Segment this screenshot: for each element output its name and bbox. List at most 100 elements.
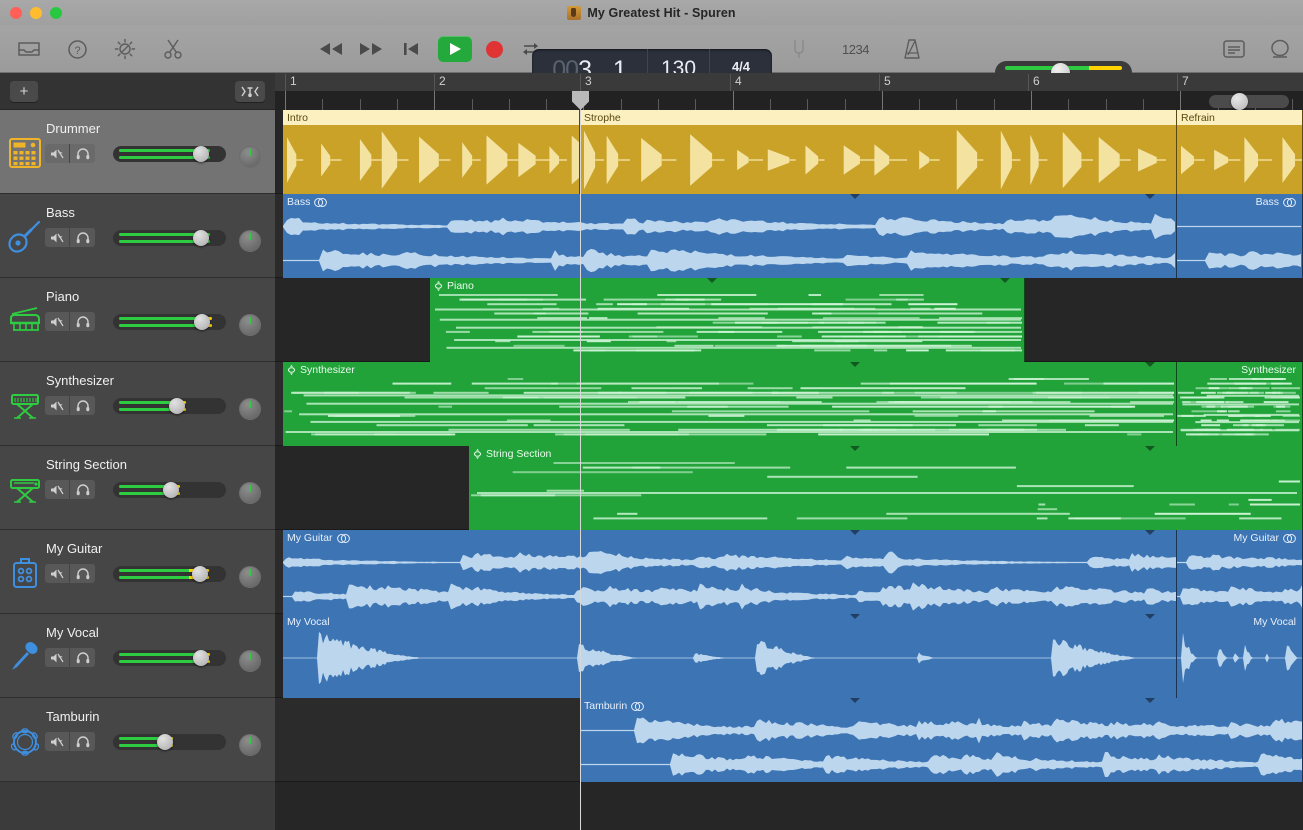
solo-button[interactable] xyxy=(70,144,95,163)
track-buttons xyxy=(45,732,95,751)
drummer-waveform xyxy=(580,126,1177,194)
go-to-beginning-button[interactable] xyxy=(398,36,424,62)
mute-button[interactable] xyxy=(45,564,70,583)
pan-knob[interactable] xyxy=(239,314,261,336)
editors-icon[interactable] xyxy=(160,36,186,62)
forward-button[interactable] xyxy=(358,36,384,62)
solo-button[interactable] xyxy=(70,732,95,751)
volume-knob[interactable] xyxy=(169,398,185,414)
volume-slider[interactable] xyxy=(113,314,226,330)
region-bass[interactable]: Bass xyxy=(283,194,1177,278)
pan-knob[interactable] xyxy=(239,146,261,168)
add-track-button[interactable]: + xyxy=(10,81,38,102)
audio-waveform-left xyxy=(283,210,1177,243)
volume-knob[interactable] xyxy=(193,146,209,162)
ruler-tick xyxy=(882,91,883,110)
volume-knob[interactable] xyxy=(192,566,208,582)
close-button[interactable] xyxy=(10,7,22,19)
track-lane-piano[interactable]: Piano xyxy=(275,278,1303,362)
mute-button[interactable] xyxy=(45,480,70,499)
pan-knob[interactable] xyxy=(239,230,261,252)
ruler-bar-number: 2 xyxy=(434,74,446,91)
track-header-tamburin[interactable]: Tamburin xyxy=(0,698,275,782)
loop-browser-icon[interactable] xyxy=(1267,36,1293,62)
track-lane-synthesizer[interactable]: SynthesizerSynthesizer xyxy=(275,362,1303,446)
region-piano[interactable]: Piano xyxy=(430,278,1025,362)
volume-knob[interactable] xyxy=(193,650,209,666)
region-my-vocal[interactable]: My Vocal xyxy=(1177,614,1303,698)
solo-button[interactable] xyxy=(70,228,95,247)
volume-slider[interactable] xyxy=(113,146,226,162)
pan-knob[interactable] xyxy=(239,398,261,420)
region-string-section[interactable]: String Section xyxy=(469,446,1303,530)
track-header-piano[interactable]: Piano xyxy=(0,278,275,362)
track-lane-my-guitar[interactable]: My GuitarMy Guitar xyxy=(275,530,1303,614)
smart-controls-icon[interactable] xyxy=(112,36,138,62)
track-lane-drummer[interactable]: IntroStropheRefrain xyxy=(275,110,1303,194)
track-header-bass[interactable]: Bass xyxy=(0,194,275,278)
mute-button[interactable] xyxy=(45,648,70,667)
solo-button[interactable] xyxy=(70,312,95,331)
solo-button[interactable] xyxy=(70,396,95,415)
zoom-slider[interactable] xyxy=(1209,95,1289,108)
solo-button[interactable] xyxy=(70,648,95,667)
region-my-guitar[interactable]: My Guitar xyxy=(283,530,1177,614)
minimize-button[interactable] xyxy=(30,7,42,19)
region-bass[interactable]: Bass xyxy=(1177,194,1303,278)
mute-button[interactable] xyxy=(45,312,70,331)
mute-button[interactable] xyxy=(45,144,70,163)
volume-slider[interactable] xyxy=(113,734,226,750)
region-synthesizer[interactable]: Synthesizer xyxy=(283,362,1177,446)
region-my-guitar[interactable]: My Guitar xyxy=(1177,530,1303,614)
region-drummer[interactable]: Strophe xyxy=(580,110,1177,194)
pan-knob[interactable] xyxy=(239,650,261,672)
region-my-vocal[interactable]: My Vocal xyxy=(283,614,1177,698)
tuner-icon[interactable] xyxy=(786,36,812,62)
volume-knob[interactable] xyxy=(194,314,210,330)
timeline-ruler[interactable]: 1234567 xyxy=(275,73,1303,110)
region-tamburin[interactable]: Tamburin xyxy=(580,698,1303,782)
library-icon[interactable] xyxy=(16,36,42,62)
track-lane-string-section[interactable]: String Section xyxy=(275,446,1303,530)
volume-slider[interactable] xyxy=(113,482,226,498)
pan-knob[interactable] xyxy=(239,482,261,504)
play-button[interactable] xyxy=(438,36,472,62)
help-icon[interactable]: ? xyxy=(64,36,90,62)
count-in-icon[interactable]: 1234 xyxy=(842,42,869,57)
region-name: My Vocal xyxy=(287,616,330,628)
notes-icon[interactable] xyxy=(1221,36,1247,62)
volume-knob[interactable] xyxy=(193,230,209,246)
track-lane-my-vocal[interactable]: My Vocal My Vocal xyxy=(275,614,1303,698)
record-button[interactable] xyxy=(486,41,503,58)
mute-button[interactable] xyxy=(45,732,70,751)
volume-slider[interactable] xyxy=(113,650,226,666)
rewind-button[interactable] xyxy=(318,36,344,62)
track-header-my-guitar[interactable]: My Guitar xyxy=(0,530,275,614)
mute-button[interactable] xyxy=(45,396,70,415)
region-drummer[interactable]: Refrain xyxy=(1177,110,1303,194)
volume-knob[interactable] xyxy=(157,734,173,750)
pan-knob[interactable] xyxy=(239,566,261,588)
volume-slider[interactable] xyxy=(113,230,226,246)
track-lane-tamburin[interactable]: Tamburin xyxy=(275,698,1303,782)
track-header-string-section[interactable]: String Section xyxy=(0,446,275,530)
volume-slider[interactable] xyxy=(113,566,226,582)
solo-button[interactable] xyxy=(70,480,95,499)
region-synthesizer[interactable]: Synthesizer xyxy=(1177,362,1303,446)
zoom-button[interactable] xyxy=(50,7,62,19)
metronome-icon[interactable] xyxy=(899,36,925,62)
track-lane-bass[interactable]: BassBass xyxy=(275,194,1303,278)
solo-button[interactable] xyxy=(70,564,95,583)
track-filter-button[interactable] xyxy=(235,81,265,102)
pan-knob[interactable] xyxy=(239,734,261,756)
volume-slider[interactable] xyxy=(113,398,226,414)
track-header-my-vocal[interactable]: My Vocal xyxy=(0,614,275,698)
track-buttons xyxy=(45,648,95,667)
track-header-drummer[interactable]: Drummer xyxy=(0,110,275,194)
zoom-slider-knob[interactable] xyxy=(1231,93,1248,110)
volume-knob[interactable] xyxy=(163,482,179,498)
playhead[interactable] xyxy=(580,91,581,830)
mute-button[interactable] xyxy=(45,228,70,247)
track-header-synthesizer[interactable]: Synthesizer xyxy=(0,362,275,446)
region-drummer[interactable]: Intro xyxy=(283,110,580,194)
